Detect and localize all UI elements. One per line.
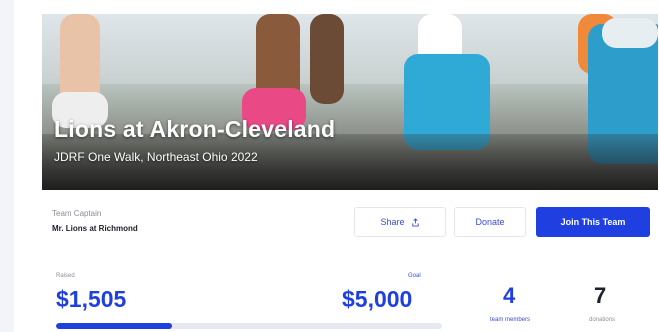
donate-button[interactable]: Donate [454,207,526,237]
captain-name: Mr. Lions at Richmond [52,224,138,233]
hero-banner: Lions at Akron-Cleveland JDRF One Walk, … [42,14,658,190]
raised-label: Raised [56,273,75,279]
raised-amount: $1,505 [56,286,127,312]
event-subtitle: JDRF One Walk, Northeast Ohio 2022 [54,150,258,164]
left-gutter [0,0,14,332]
captain-label: Team Captain [52,209,102,218]
hero-sky [42,14,658,84]
fundraising-progress-bar [56,323,442,329]
join-team-button[interactable]: Join This Team [536,207,650,237]
share-icon [411,217,419,227]
team-members-count: 4 [503,283,516,308]
donations-count: 7 [594,283,607,308]
team-title: Lions at Akron-Cleveland [54,116,336,142]
team-members-label: team members [489,317,530,323]
share-button[interactable]: Share [354,207,446,237]
share-button-label: Share [380,217,405,227]
fundraising-progress-fill [56,323,173,329]
runner-shoe-sole [602,18,658,48]
goal-label: Goal [408,273,421,279]
donations-label: donations [588,317,616,323]
goal-amount: $5,000 [342,286,413,312]
runner-leg [310,14,344,104]
